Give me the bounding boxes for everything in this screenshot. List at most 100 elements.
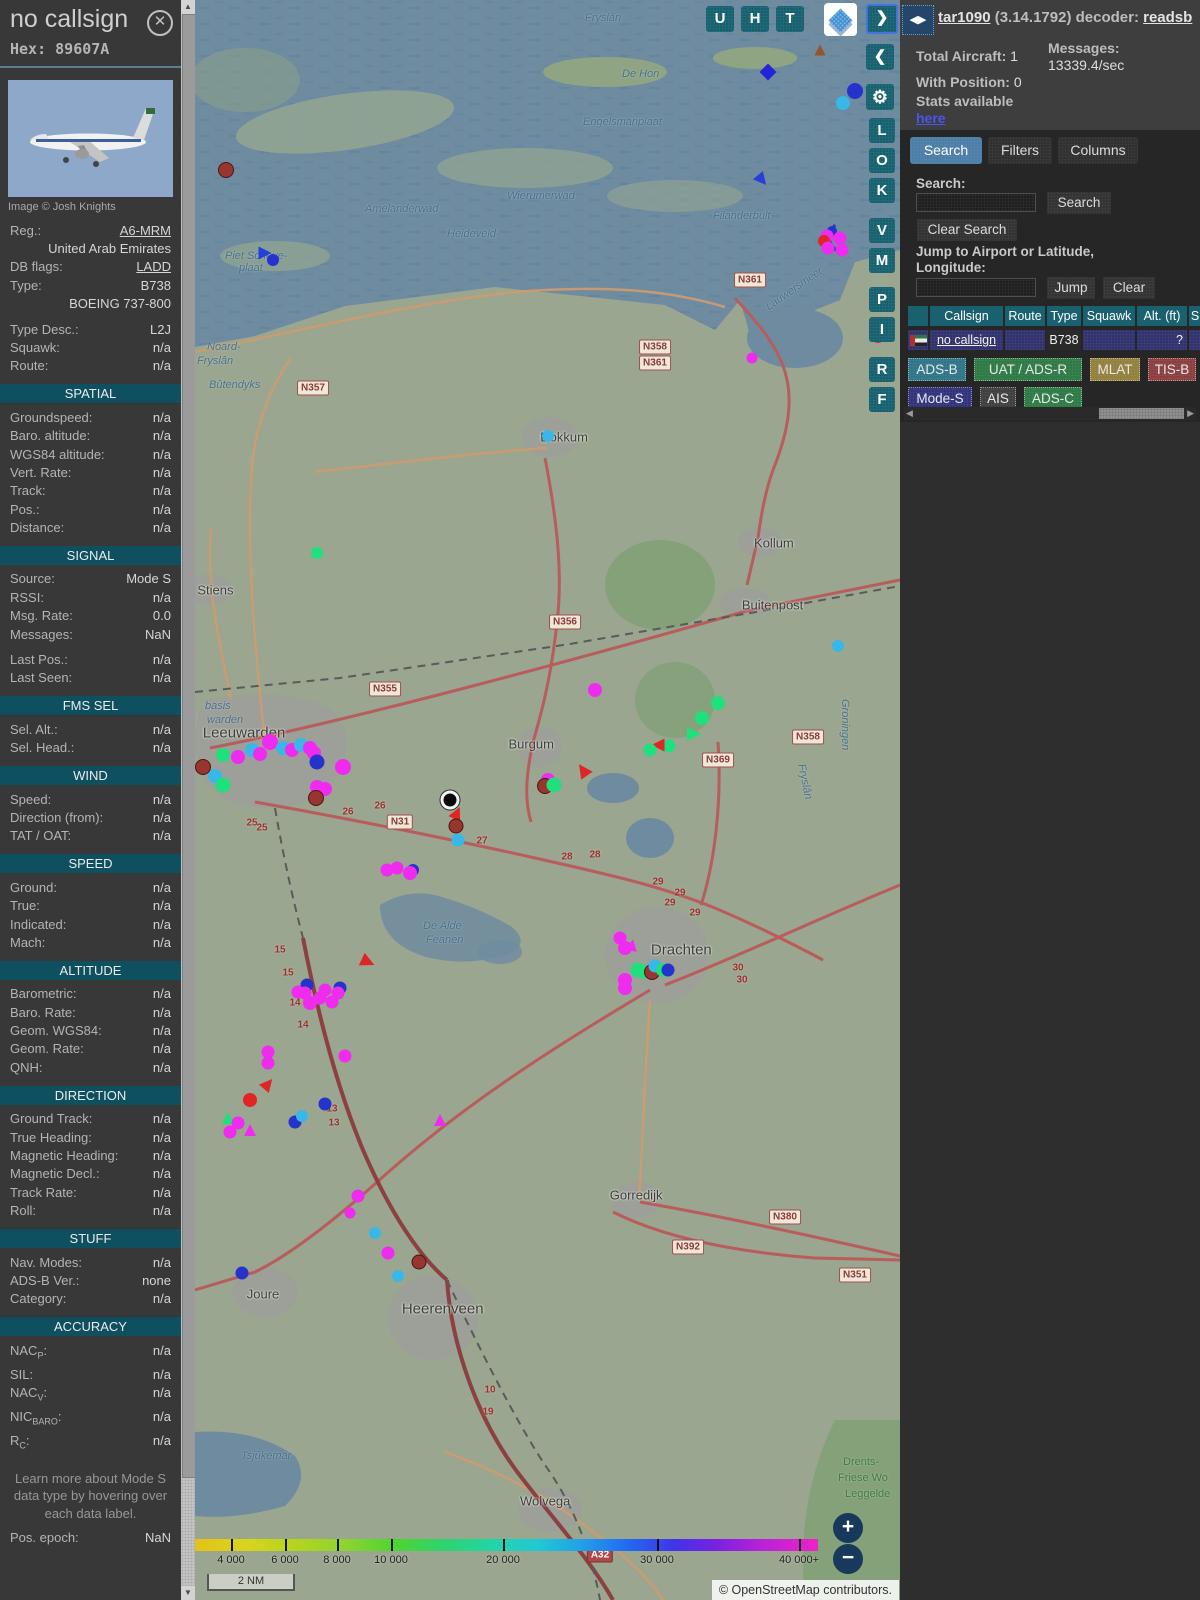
row-cell[interactable]: [1189, 330, 1200, 350]
map-button-R[interactable]: R: [869, 357, 895, 382]
history-dot[interactable]: [546, 777, 562, 793]
history-dot[interactable]: [835, 243, 849, 257]
history-dot[interactable]: [588, 683, 602, 697]
history-dot[interactable]: [661, 963, 675, 977]
history-dot[interactable]: [223, 1125, 237, 1139]
scroll-left-icon[interactable]: ◀: [906, 407, 913, 420]
history-dot[interactable]: [309, 754, 325, 770]
history-dot[interactable]: [451, 833, 465, 847]
history-dot[interactable]: [235, 1266, 249, 1280]
history-dot[interactable]: [308, 790, 324, 806]
info-value-link[interactable]: LADD: [136, 259, 171, 274]
history-dot[interactable]: [832, 640, 844, 652]
column-header-Squawk[interactable]: Squawk: [1083, 306, 1135, 326]
history-dot[interactable]: [746, 352, 758, 364]
jump-button[interactable]: Jump: [1046, 276, 1096, 300]
tab-search[interactable]: Search: [910, 137, 982, 164]
sidebar-scrollbar[interactable]: ▲ ▼: [181, 0, 196, 1600]
zoom-in-button[interactable]: +: [833, 1513, 863, 1543]
column-header-S[interactable]: S: [1189, 306, 1200, 326]
tar1090-link[interactable]: tar1090: [938, 9, 991, 26]
legend-ads-b[interactable]: ADS-B: [908, 358, 966, 381]
row-cell[interactable]: [1083, 330, 1135, 350]
history-dot[interactable]: [392, 1270, 404, 1282]
history-dot[interactable]: [303, 996, 317, 1010]
history-dot[interactable]: [618, 981, 632, 995]
horizontal-scrollbar[interactable]: ◀ ▶: [904, 407, 1196, 420]
scrollbar-thumb[interactable]: [182, 14, 196, 1478]
chevron-left-icon[interactable]: ❮: [866, 44, 894, 70]
map-button-P[interactable]: P: [869, 287, 895, 312]
history-dot[interactable]: [821, 241, 835, 255]
history-dot[interactable]: [351, 1189, 365, 1203]
row-cell[interactable]: [1005, 330, 1045, 350]
history-dot[interactable]: [542, 430, 554, 442]
zoom-out-button[interactable]: −: [833, 1544, 863, 1574]
history-dot[interactable]: [643, 743, 657, 757]
history-dot[interactable]: [836, 96, 850, 110]
history-dot[interactable]: [381, 1246, 395, 1260]
scroll-up-icon[interactable]: ▲: [181, 0, 195, 14]
legend-mlat[interactable]: MLAT: [1090, 358, 1140, 381]
history-dot[interactable]: [261, 1056, 275, 1070]
history-dot[interactable]: [695, 711, 709, 725]
row-cell[interactable]: no callsign: [930, 330, 1003, 350]
history-dot[interactable]: [243, 1093, 257, 1107]
hscroll-thumb[interactable]: [1099, 408, 1184, 419]
row-callsign-link[interactable]: no callsign: [937, 333, 996, 347]
history-dot[interactable]: [833, 231, 847, 245]
history-dot[interactable]: [847, 83, 863, 99]
history-dot[interactable]: [318, 1097, 332, 1111]
history-dot[interactable]: [218, 162, 234, 178]
column-header-icon[interactable]: [908, 306, 928, 326]
stats-here-link[interactable]: here: [916, 110, 946, 126]
history-dot[interactable]: [390, 861, 404, 875]
history-dot[interactable]: [231, 750, 245, 764]
map-button-T[interactable]: T: [776, 6, 804, 32]
scroll-down-icon[interactable]: ▼: [181, 1586, 195, 1600]
layer-switcher-icon[interactable]: [824, 3, 857, 37]
history-dot[interactable]: [216, 748, 230, 762]
history-dot[interactable]: [411, 1254, 427, 1270]
jump-input[interactable]: [916, 278, 1036, 297]
map-button-H[interactable]: H: [741, 6, 769, 32]
search-button[interactable]: Search: [1046, 191, 1112, 215]
selected-aircraft-marker[interactable]: [440, 790, 460, 810]
history-dot[interactable]: [448, 818, 464, 834]
history-dot[interactable]: [403, 866, 417, 880]
close-icon[interactable]: ✕: [147, 10, 173, 36]
map-button-O[interactable]: O: [869, 148, 895, 173]
map-canvas[interactable]: Dokkum Kollum Buitenpost Stiens Leeuwarden Bu…: [195, 0, 900, 1600]
map-button-V[interactable]: V: [869, 218, 895, 243]
panel-toggle-icon[interactable]: ◀▶: [902, 5, 934, 35]
clear-button[interactable]: Clear: [1102, 276, 1156, 300]
column-header-Type[interactable]: Type: [1047, 306, 1081, 326]
map-button-I[interactable]: I: [869, 317, 895, 342]
column-header-Alt. (ft)[interactable]: Alt. (ft): [1137, 306, 1187, 326]
map-button-U[interactable]: U: [706, 6, 734, 32]
flag-cell[interactable]: [908, 330, 928, 350]
gear-icon[interactable]: ⚙: [866, 84, 894, 110]
scroll-right-icon[interactable]: ▶: [1187, 407, 1194, 420]
history-dot[interactable]: [338, 1049, 352, 1063]
map-button-F[interactable]: F: [869, 387, 895, 412]
search-input[interactable]: [916, 193, 1036, 212]
history-dot[interactable]: [253, 747, 267, 761]
map-button-M[interactable]: M: [869, 248, 895, 273]
history-dot[interactable]: [331, 986, 345, 1000]
history-dot[interactable]: [335, 759, 351, 775]
map-button-K[interactable]: K: [869, 178, 895, 203]
readsb-link[interactable]: readsb: [1143, 9, 1192, 26]
clear-search-button[interactable]: Clear Search: [916, 218, 1018, 242]
info-value-link[interactable]: A6-MRM: [120, 223, 171, 238]
legend-uat-ads-r[interactable]: UAT / ADS-R: [974, 358, 1082, 381]
column-header-Route[interactable]: Route: [1005, 306, 1045, 326]
chevron-right-icon[interactable]: ❯: [866, 4, 898, 34]
map-button-L[interactable]: L: [869, 118, 895, 143]
history-dot[interactable]: [267, 254, 279, 266]
tab-filters[interactable]: Filters: [988, 137, 1052, 164]
column-header-Callsign[interactable]: Callsign: [930, 306, 1003, 326]
history-dot[interactable]: [296, 1110, 308, 1122]
row-cell[interactable]: ?: [1137, 330, 1187, 350]
history-dot[interactable]: [215, 777, 231, 793]
